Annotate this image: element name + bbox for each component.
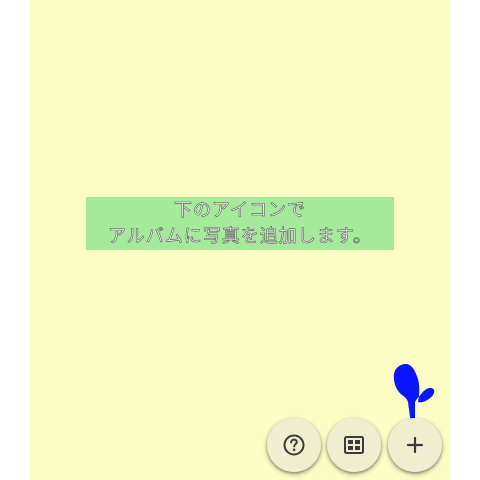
help-button[interactable]: [267, 418, 321, 472]
hint-line-2: アルバムに写真を追加します。: [107, 225, 373, 247]
grid-icon: [344, 436, 364, 454]
hint-line-1: 下のアイコンで: [173, 199, 307, 221]
layout-button[interactable]: [327, 418, 381, 472]
plus-icon: [406, 436, 424, 454]
add-photo-button[interactable]: [388, 418, 442, 472]
question-circle-icon: [283, 434, 305, 456]
hint-banner: 下のアイコンで アルバムに写真を追加します。: [86, 197, 394, 250]
screen: 下のアイコンで アルバムに写真を追加します。: [0, 0, 480, 480]
pointing-hand-icon: [390, 362, 436, 420]
